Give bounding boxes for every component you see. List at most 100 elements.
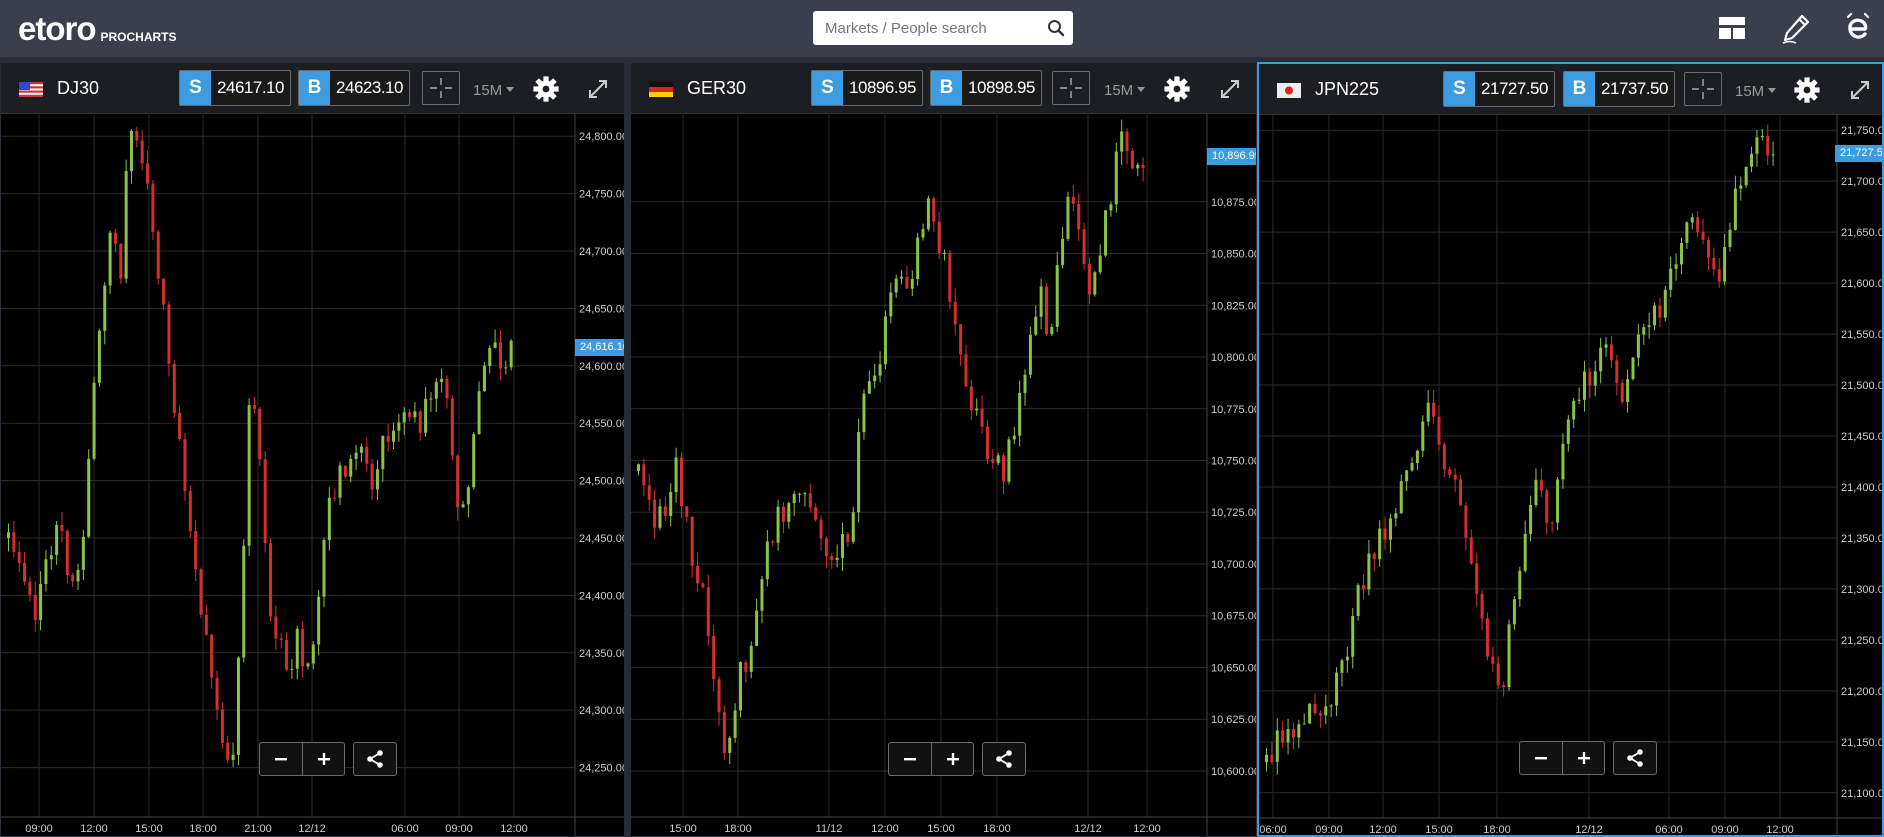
expand-icon[interactable]	[1217, 76, 1243, 102]
zoom-in-button[interactable]	[1562, 742, 1604, 774]
chart-panel-dj30[interactable]: DJ30 S 24617.10 B 24623.10 15M 24,800.00 24,750…	[0, 62, 625, 837]
candle-body	[722, 712, 726, 753]
candle-body	[194, 531, 198, 570]
symbol-name[interactable]: JPN225	[1315, 77, 1379, 101]
y-tick-label: 21,400.00	[1841, 482, 1884, 494]
candle-body	[1647, 325, 1651, 328]
candle-body	[1275, 730, 1279, 762]
candle-body	[1690, 217, 1694, 223]
candle-body	[1291, 728, 1295, 738]
candle-body	[1329, 705, 1333, 707]
buy-button[interactable]: B 24623.10	[298, 70, 410, 106]
search-box[interactable]	[813, 11, 1073, 45]
y-tick-label: 21,100.00	[1841, 788, 1884, 800]
expand-icon[interactable]	[585, 76, 611, 102]
candle-body	[151, 183, 155, 232]
search-icon[interactable]	[1047, 19, 1065, 37]
symbol-name[interactable]: DJ30	[57, 76, 99, 100]
chevron-down-icon[interactable]	[1137, 87, 1145, 92]
candle-body	[311, 644, 315, 664]
timeframe-selector[interactable]: 15M	[1104, 82, 1133, 99]
candle-body	[867, 381, 871, 394]
pen-icon[interactable]	[1780, 12, 1812, 44]
share-button[interactable]	[353, 742, 397, 776]
zoom-button-group	[888, 742, 974, 776]
timeframe-selector[interactable]: 15M	[473, 82, 502, 99]
expand-icon[interactable]	[1847, 77, 1873, 103]
candle-body	[1437, 416, 1441, 445]
sell-button[interactable]: S 21727.50	[1443, 71, 1555, 107]
candle-body	[1012, 435, 1016, 440]
sell-button[interactable]: S 24617.10	[179, 70, 291, 106]
candle-body	[1362, 585, 1366, 590]
candle-body	[1529, 505, 1533, 534]
y-tick-label: 21,450.00	[1841, 431, 1884, 443]
search-input[interactable]	[813, 11, 1045, 45]
etoro-e-icon[interactable]	[1842, 12, 1874, 44]
candle-body	[429, 398, 433, 400]
x-tick-label: 09:00	[1315, 824, 1343, 836]
y-tick-label: 24,650.00	[579, 303, 624, 315]
candle-body	[269, 543, 273, 617]
candle-body	[862, 393, 866, 433]
candle-body	[996, 455, 1000, 463]
candle-body	[1588, 371, 1592, 386]
candle-body	[1002, 455, 1006, 482]
zoom-controls	[888, 742, 1026, 776]
current-price-label: 24,616.10	[575, 339, 624, 357]
chevron-down-icon[interactable]	[1768, 88, 1776, 93]
gear-icon[interactable]	[1794, 77, 1820, 103]
gear-icon[interactable]	[533, 76, 559, 102]
candle-body	[386, 435, 390, 442]
sell-button[interactable]: S 10896.95	[811, 70, 923, 106]
zoom-out-button[interactable]	[260, 743, 302, 775]
candle-body	[338, 465, 342, 498]
candle-body	[1728, 229, 1732, 248]
minus-icon	[1535, 757, 1547, 760]
candle-body	[236, 657, 240, 755]
y-tick-label: 21,150.00	[1841, 737, 1884, 749]
x-tick-label: 06:00	[391, 823, 419, 835]
candle-body	[1410, 462, 1414, 471]
zoom-out-button[interactable]	[889, 743, 931, 775]
candle-body	[1071, 196, 1075, 204]
price-chart[interactable]: 21,750.00 21,700.00 21,650.00 21,600.00 21,5…	[1259, 115, 1884, 837]
x-tick-label: 18:00	[983, 823, 1011, 835]
candle-body	[1464, 505, 1468, 538]
symbol-name[interactable]: GER30	[687, 76, 746, 100]
etoro-logo[interactable]: etoro PROCHARTS	[18, 10, 177, 46]
candle-body	[450, 398, 454, 456]
candle-body	[1130, 151, 1134, 169]
zoom-out-button[interactable]	[1520, 742, 1562, 774]
zoom-in-button[interactable]	[302, 743, 344, 775]
buy-button[interactable]: B 10898.95	[930, 70, 1042, 106]
x-tick-label: 06:00	[1259, 824, 1287, 836]
chevron-down-icon[interactable]	[506, 87, 514, 92]
flag-jp-icon	[1277, 83, 1301, 98]
sell-label: S	[1444, 72, 1475, 106]
candle-body	[108, 232, 112, 286]
candle-body	[242, 545, 246, 658]
candle-body	[231, 754, 235, 760]
gear-icon[interactable]	[1164, 76, 1190, 102]
price-chart[interactable]: 10,875.00 10,850.00 10,825.00 10,800.00 10,7…	[631, 114, 1256, 837]
share-button[interactable]	[982, 742, 1026, 776]
crosshair-button[interactable]	[422, 71, 460, 105]
candle-body	[1028, 334, 1032, 375]
price-chart[interactable]: 24,800.00 24,750.00 24,700.00 24,650.00 24,6…	[1, 114, 624, 837]
candle-body	[1340, 660, 1344, 673]
candle-body	[461, 504, 465, 508]
timeframe-selector[interactable]: 15M	[1735, 83, 1764, 100]
crosshair-button[interactable]	[1684, 72, 1722, 106]
crosshair-button[interactable]	[1052, 71, 1090, 105]
chart-panel-ger30[interactable]: GER30 S 10896.95 B 10898.95 15M 10,875.00 10,85…	[630, 62, 1257, 837]
layout-icon[interactable]	[1716, 12, 1748, 44]
buy-button[interactable]: B 21737.50	[1563, 71, 1675, 107]
candle-body	[679, 457, 683, 507]
zoom-in-button[interactable]	[931, 743, 973, 775]
share-button[interactable]	[1613, 741, 1657, 775]
candle-body	[755, 610, 759, 646]
candle-body	[1318, 713, 1322, 716]
candle-body	[1480, 593, 1484, 619]
chart-panel-jpn225[interactable]: JPN225 S21727.50B21737.50 15M 21,750.0021,7…	[1257, 62, 1884, 837]
